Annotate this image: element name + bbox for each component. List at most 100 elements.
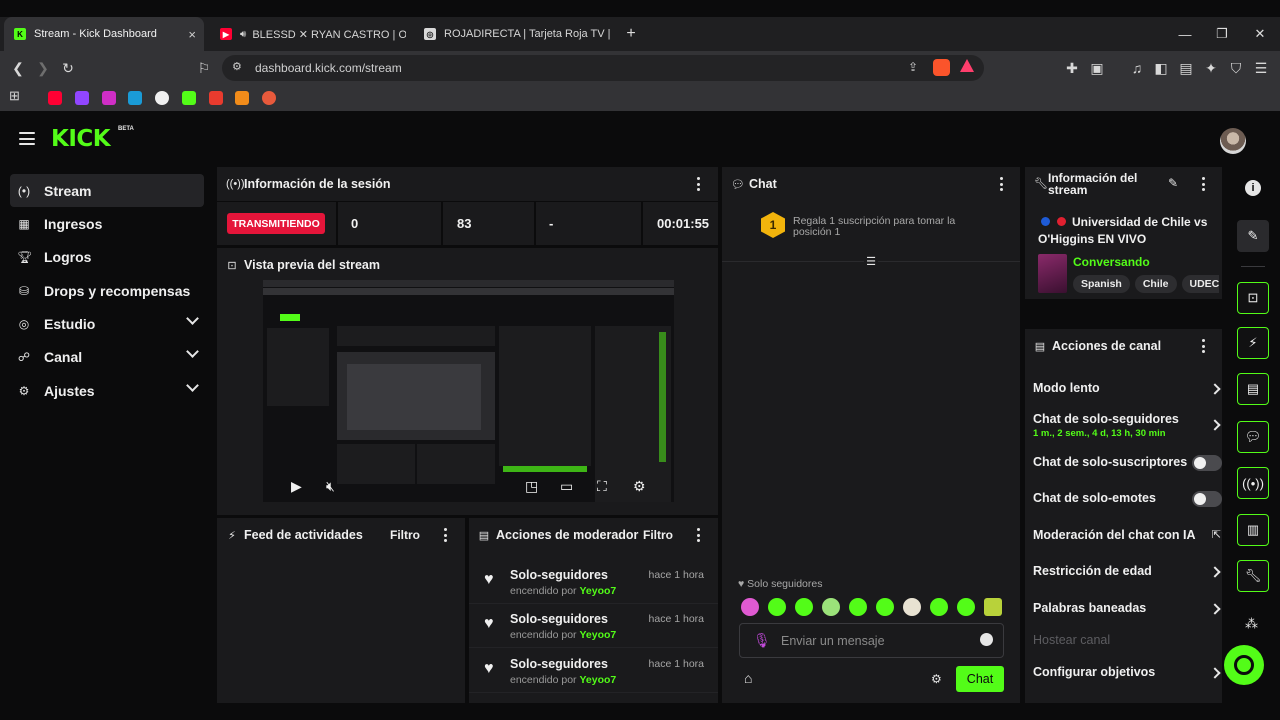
emote-icon[interactable] xyxy=(768,598,786,616)
menu-icon[interactable]: ☰ xyxy=(1251,58,1271,78)
sub-gift-prompt[interactable]: Regala 1 suscripción para tomar la posic… xyxy=(793,216,983,238)
forward-icon[interactable]: ❯ xyxy=(33,58,53,78)
leo-icon[interactable]: ✦ xyxy=(1201,58,1221,78)
chat-message-input[interactable]: 🎙︎ Enviar un mensaje xyxy=(739,623,1004,658)
action-ai-moderation[interactable]: Moderación del chat con IA ⇱ xyxy=(1033,528,1221,542)
media-icon[interactable]: ♫ xyxy=(1127,58,1147,78)
info-icon[interactable]: i xyxy=(1245,180,1261,196)
extensions-icon[interactable]: ✚ xyxy=(1062,58,1082,78)
kick-logo[interactable]: KICK xyxy=(51,126,111,152)
action-followers-only[interactable]: Chat de solo-seguidores 1 m., 2 sem., 4 … xyxy=(1033,412,1221,439)
vpn-icon[interactable]: ⛉ xyxy=(1226,58,1246,78)
more-options-icon[interactable] xyxy=(443,528,447,542)
wallet-icon[interactable]: ▤ xyxy=(1176,58,1196,78)
hamburger-menu-icon[interactable] xyxy=(19,132,35,145)
subscribers-only-toggle[interactable] xyxy=(1192,455,1222,471)
nav-stream[interactable]: (•) Stream xyxy=(10,174,204,207)
brave-shields-icon[interactable] xyxy=(933,59,950,76)
action-configure-goals[interactable]: Configurar objetivos xyxy=(1033,665,1221,679)
pip-icon[interactable]: ◳ xyxy=(525,478,538,495)
edit-pencil-icon[interactable]: ✎ xyxy=(1168,176,1178,190)
youtube-bookmark-icon[interactable] xyxy=(48,91,62,105)
nav-drops[interactable]: ⛁ Drops y recompensas xyxy=(10,274,204,307)
fullscreen-icon[interactable]: ⛶ xyxy=(597,478,607,495)
speaker-icon[interactable]: 🔊︎ xyxy=(240,29,246,40)
support-headset-button[interactable] xyxy=(1224,645,1264,685)
back-icon[interactable]: ❮ xyxy=(8,58,28,78)
emote-icon[interactable] xyxy=(876,598,894,616)
emote-icon[interactable] xyxy=(903,598,921,616)
close-tab-icon[interactable]: × xyxy=(188,27,196,42)
address-bar[interactable]: ⚙ dashboard.kick.com/stream ⇪ xyxy=(222,55,984,81)
brave-rewards-icon[interactable] xyxy=(960,59,974,72)
send-chat-button[interactable]: Chat xyxy=(956,666,1004,692)
stream-preview-video[interactable]: ▶ 🔇︎ ◳ ▭ ⛶ ⚙ xyxy=(263,280,674,502)
edit-layout-button[interactable]: ✎ xyxy=(1237,220,1269,252)
emote-icon[interactable] xyxy=(822,598,840,616)
bookmark-icon-u[interactable] xyxy=(235,91,249,105)
mute-icon[interactable]: 🔇︎ xyxy=(326,478,335,495)
site-info-icon[interactable]: ⚙ xyxy=(232,60,242,73)
theater-icon[interactable]: ▭ xyxy=(560,478,573,495)
sidebar-icon[interactable]: ◧ xyxy=(1151,58,1171,78)
action-emotes-only[interactable]: Chat de solo-emotes xyxy=(1033,491,1222,507)
store-icon[interactable]: ⌂ xyxy=(744,670,752,686)
category-thumbnail[interactable] xyxy=(1038,254,1067,293)
bookmark-icon-a[interactable] xyxy=(128,91,142,105)
more-options-icon[interactable] xyxy=(1201,177,1205,191)
bookmark-icon-circle[interactable] xyxy=(155,91,169,105)
reload-icon[interactable]: ↻ xyxy=(58,58,78,78)
rail-session-button[interactable]: ((•)) xyxy=(1237,467,1269,499)
rail-info-button[interactable]: 🔧︎ xyxy=(1237,560,1269,592)
emote-icon[interactable] xyxy=(957,598,975,616)
rail-actions-button[interactable]: ▥ xyxy=(1237,514,1269,546)
pinned-toggle-icon[interactable]: ☰ xyxy=(864,255,878,268)
action-subscribers-only[interactable]: Chat de solo-suscriptores xyxy=(1033,455,1222,471)
microphone-icon[interactable]: 🎙︎ xyxy=(753,632,771,649)
integrations-icon[interactable]: ⁂ xyxy=(1245,616,1258,632)
nav-ingresos[interactable]: ▦ Ingresos xyxy=(10,207,204,240)
tag-pill[interactable]: Spanish xyxy=(1073,275,1130,293)
mod-username[interactable]: Yeyoo7 xyxy=(579,629,616,641)
tag-pill[interactable]: UDEC xyxy=(1181,275,1219,293)
more-options-icon[interactable] xyxy=(696,177,700,191)
tab-kick-dashboard[interactable]: K Stream - Kick Dashboard × xyxy=(4,17,204,51)
emote-icon[interactable] xyxy=(849,598,867,616)
nav-logros[interactable]: 🏆︎ Logros xyxy=(10,240,204,273)
external-link-icon[interactable]: ⇱ xyxy=(1212,528,1221,541)
new-tab-button[interactable]: + xyxy=(612,17,650,51)
close-window-button[interactable]: ✕ xyxy=(1241,17,1279,51)
chat-settings-gear-icon[interactable]: ⚙ xyxy=(931,672,942,686)
mod-username[interactable]: Yeyoo7 xyxy=(579,585,616,597)
more-options-icon[interactable] xyxy=(1201,339,1205,353)
share-icon[interactable]: ⇪ xyxy=(908,60,918,74)
emote-icon[interactable] xyxy=(984,598,1002,616)
kick-bookmark-icon[interactable] xyxy=(182,91,196,105)
filter-button[interactable]: Filtro xyxy=(643,528,673,542)
tab-rojadirecta[interactable]: ◎ ROJADIRECTA | Tarjeta Roja TV | Fútbol xyxy=(414,17,610,51)
rail-mod-actions-button[interactable]: ▤ xyxy=(1237,373,1269,405)
screenshot-icon[interactable]: ▣ xyxy=(1087,58,1107,78)
bookmark-icon-orange[interactable] xyxy=(262,91,276,105)
action-host-channel[interactable]: Hostear canal xyxy=(1033,633,1215,647)
emote-icon[interactable] xyxy=(741,598,759,616)
action-banned-words[interactable]: Palabras baneadas xyxy=(1033,601,1221,615)
more-options-icon[interactable] xyxy=(999,177,1003,191)
chevron-down-icon[interactable] xyxy=(186,312,199,325)
chevron-down-icon[interactable] xyxy=(186,379,199,392)
action-slow-mode[interactable]: Modo lento xyxy=(1033,381,1221,395)
nav-canal[interactable]: ☍ Canal xyxy=(10,340,204,373)
apps-grid-icon[interactable]: ⊞ xyxy=(9,88,23,103)
rail-preview-button[interactable]: ⊡ xyxy=(1237,282,1269,314)
nav-estudio[interactable]: ◎ Estudio xyxy=(10,307,204,340)
filter-button[interactable]: Filtro xyxy=(390,528,420,542)
emotes-only-toggle[interactable] xyxy=(1192,491,1222,507)
emoji-icon[interactable] xyxy=(980,633,993,646)
action-age-restriction[interactable]: Restricción de edad xyxy=(1033,564,1221,578)
bookmark-icon-red[interactable] xyxy=(209,91,223,105)
play-icon[interactable]: ▶ xyxy=(291,478,302,495)
bookmark-icon-s[interactable] xyxy=(102,91,116,105)
mod-username[interactable]: Yeyoo7 xyxy=(579,674,616,686)
emote-icon[interactable] xyxy=(930,598,948,616)
tag-pill[interactable]: Chile xyxy=(1134,275,1177,293)
